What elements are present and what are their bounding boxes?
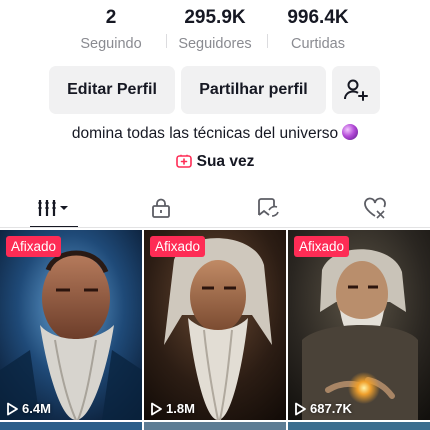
video-thumbnail[interactable]: Afixado 6.4M (0, 230, 142, 420)
repost-icon (257, 198, 279, 217)
tab-liked[interactable] (321, 188, 428, 228)
view-count: 6.4M (6, 401, 51, 416)
view-count-value: 687.7K (310, 401, 352, 416)
followers-stat[interactable]: 295.9K Seguidores (155, 6, 275, 52)
following-stat[interactable]: 2 Seguindo (51, 6, 171, 52)
pinned-badge: Afixado (294, 236, 350, 257)
tabs-divider (0, 227, 430, 228)
view-count: 1.8M (150, 401, 195, 416)
share-profile-button[interactable]: Partilhar perfil (181, 66, 326, 114)
your-turn-label: Sua vez (196, 153, 255, 170)
person-plus-icon (344, 79, 368, 101)
add-friend-button[interactable] (332, 66, 380, 114)
tab-videos[interactable] (0, 188, 107, 228)
view-count-value: 1.8M (166, 401, 195, 416)
bio-text: domina todas las técnicas del universo (71, 125, 339, 142)
tab-reposts[interactable] (214, 188, 321, 228)
profile-stats: 2 Seguindo 295.9K Seguidores 996.4K Curt… (0, 0, 430, 60)
thumbnail-image (144, 230, 286, 420)
video-thumbnail[interactable]: Afixado 687.7K (288, 230, 430, 420)
pinned-badge: Afixado (150, 236, 206, 257)
tab-private[interactable] (107, 188, 214, 228)
following-count: 2 (105, 7, 117, 28)
video-grid: Afixado 6.4M Afixado 1.8M Afixado 687.7K (0, 230, 430, 430)
view-count-value: 6.4M (22, 401, 51, 416)
view-count: 687.7K (294, 401, 352, 416)
video-thumbnail-peek[interactable] (288, 422, 430, 430)
liked-icon (363, 197, 386, 219)
edit-profile-button[interactable]: Editar Perfil (49, 66, 175, 114)
add-story-icon (175, 154, 192, 168)
thumbnail-image (288, 230, 430, 420)
play-icon (7, 402, 18, 415)
play-icon (295, 402, 306, 415)
following-label: Seguindo (80, 36, 142, 52)
video-thumbnail[interactable]: Afixado 1.8M (144, 230, 286, 420)
pinned-badge: Afixado (6, 236, 62, 257)
crystal-ball-icon (342, 124, 359, 140)
profile-tabs (0, 188, 430, 228)
likes-label: Curtidas (291, 36, 345, 52)
play-icon (151, 402, 162, 415)
video-thumbnail-peek[interactable] (144, 422, 286, 430)
likes-stat[interactable]: 996.4K Curtidas (258, 6, 378, 52)
lock-icon (151, 198, 170, 218)
your-turn-link[interactable]: Sua vez (0, 153, 430, 171)
thumbnail-image (0, 230, 142, 420)
likes-count: 996.4K (287, 7, 349, 28)
grid-icon (37, 200, 68, 216)
followers-count: 295.9K (184, 7, 246, 28)
video-thumbnail-peek[interactable] (0, 422, 142, 430)
followers-label: Seguidores (178, 36, 252, 52)
bio: domina todas las técnicas del universo (0, 124, 430, 143)
